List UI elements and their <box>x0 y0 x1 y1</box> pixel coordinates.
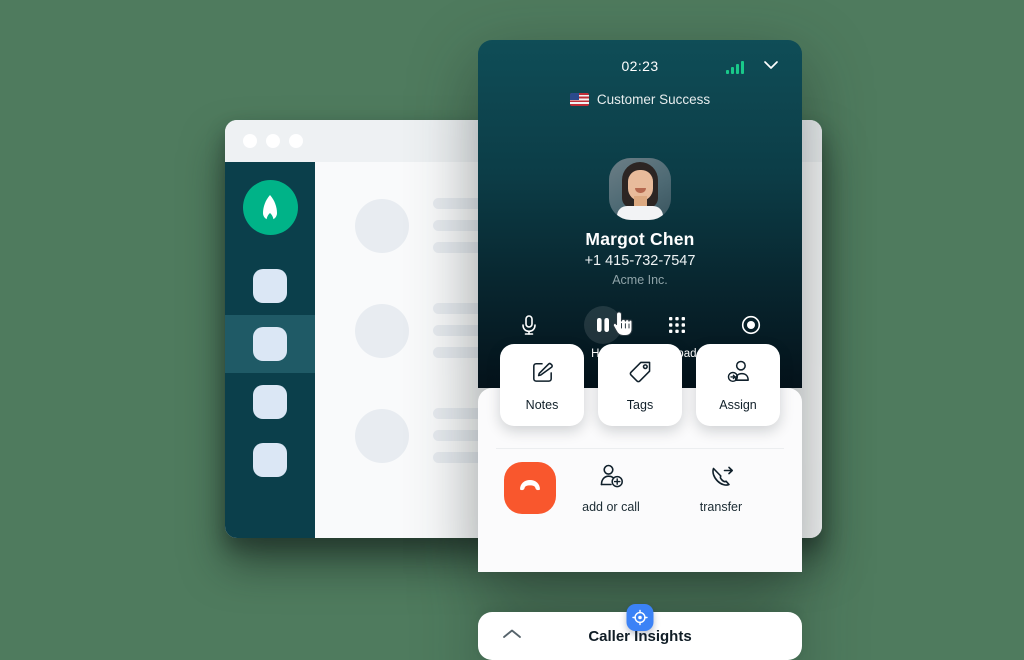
contact-number: +1 415-732-7547 <box>584 253 696 269</box>
assign-user-icon <box>725 358 752 390</box>
caller-insights-badge-icon[interactable] <box>626 604 654 631</box>
chevron-up-icon[interactable] <box>500 627 524 646</box>
sidebar-item-icon <box>253 327 287 361</box>
hangup-button[interactable] <box>504 462 556 514</box>
assign-label: Assign <box>719 398 757 412</box>
call-panel: 02:23 Customer Success Margot Chen +1 41… <box>478 40 802 660</box>
add-or-call-button[interactable]: add or call <box>556 463 666 514</box>
record-circle-icon <box>732 306 770 344</box>
transfer-button[interactable]: transfer <box>666 463 776 514</box>
add-user-icon <box>597 463 625 494</box>
sidebar-item-1[interactable] <box>225 257 315 315</box>
call-queue-label: Customer Success <box>596 92 711 107</box>
avatar <box>609 158 671 220</box>
placeholder-avatar <box>355 303 409 358</box>
assign-card[interactable]: Assign <box>696 344 780 426</box>
bottom-call-actions: add or call transfer <box>478 462 802 514</box>
add-or-call-label: add or call <box>582 499 640 514</box>
maximize-dot[interactable] <box>289 134 303 148</box>
us-flag-icon <box>569 93 589 106</box>
microphone-icon <box>510 306 548 344</box>
tags-card[interactable]: Tags <box>598 344 682 426</box>
sidebar-item-icon <box>253 443 287 477</box>
notes-card[interactable]: Notes <box>500 344 584 426</box>
transfer-call-icon <box>707 463 735 494</box>
sidebar-item-3[interactable] <box>225 373 315 431</box>
keypad-grid-icon <box>658 306 696 344</box>
tags-label: Tags <box>626 398 654 412</box>
sidebar-item-icon <box>253 385 287 419</box>
aircall-rocket-logo[interactable] <box>242 180 298 235</box>
call-panel-topbar: 02:23 <box>478 58 802 74</box>
tag-icon <box>627 358 654 390</box>
call-timer: 02:23 <box>621 58 659 74</box>
chevron-down-icon[interactable] <box>762 58 780 77</box>
close-dot[interactable] <box>243 134 257 148</box>
signal-bars-icon <box>726 60 744 74</box>
minimize-dot[interactable] <box>266 134 280 148</box>
transfer-label: transfer <box>699 499 743 514</box>
sidebar-item-icon <box>253 269 287 303</box>
sidebar-logo-wrap <box>225 180 315 235</box>
action-cards: Notes Tags Assign <box>478 344 802 426</box>
call-queue-row: Customer Success <box>478 92 802 107</box>
contact-company: Acme Inc. <box>612 273 668 287</box>
notes-label: Notes <box>525 398 559 412</box>
pause-icon <box>584 306 622 344</box>
contact-name: Margot Chen <box>585 229 695 249</box>
placeholder-avatar <box>355 408 409 463</box>
app-sidebar <box>225 162 315 538</box>
sidebar-item-2[interactable] <box>225 315 315 373</box>
hangup-phone-icon <box>516 477 544 500</box>
divider <box>496 448 784 449</box>
placeholder-avatar <box>355 198 409 253</box>
sidebar-item-4[interactable] <box>225 431 315 489</box>
note-pencil-icon <box>529 358 556 390</box>
